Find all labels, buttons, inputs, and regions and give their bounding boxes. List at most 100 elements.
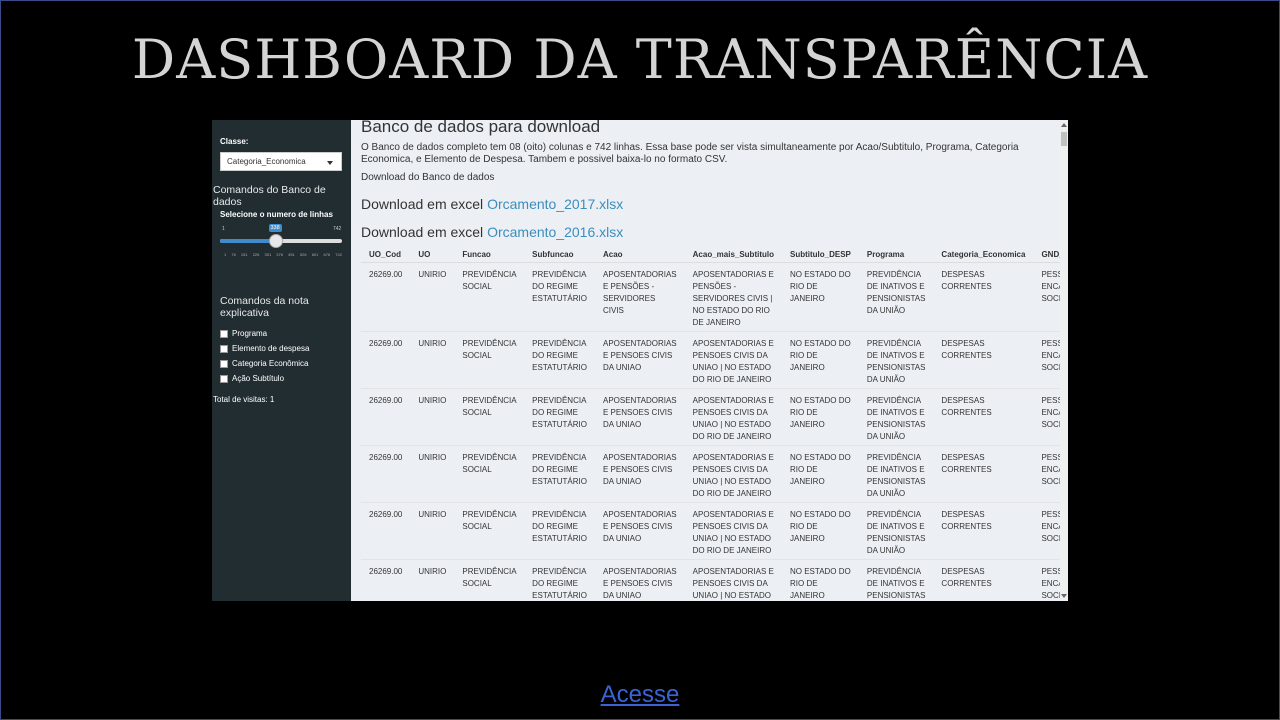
checkbox[interactable] — [220, 344, 228, 353]
slider-label: Selecione o numero de linhas — [220, 210, 333, 219]
table-row: 26269.00 UNIRIO PREVIDÊNCIA SOCIAL PREVIDÊN… — [361, 559, 1060, 601]
table-cell: DESPESAS CORRENTES — [933, 502, 1034, 560]
download-prefix: Download em excel — [361, 196, 488, 212]
slider-ticks: 1 76 151 226 301 376 451 526 601 676 742 — [224, 252, 342, 257]
table-cell: APOSENTADORIAS E PENSOES CIVIS DA UNIAO — [594, 388, 685, 446]
vertical-scrollbar[interactable] — [1060, 120, 1068, 601]
slider-tick: 601 — [311, 252, 319, 257]
column-header[interactable]: Categoria_Economica — [933, 248, 1034, 263]
table-row: 26269.00 UNIRIO PREVIDÊNCIA SOCIAL PREVIDÊN… — [361, 502, 1060, 560]
column-header[interactable]: Acao — [594, 248, 685, 263]
scrollbar-thumb[interactable] — [1061, 132, 1067, 146]
table-cell: PREVIDÊNCIA SOCIAL — [454, 331, 525, 389]
checkbox[interactable] — [220, 374, 228, 383]
table-cell: PESSOAL E ENCARGOS SOCIAIS — [1033, 262, 1060, 332]
checkbox[interactable] — [220, 329, 228, 338]
table-row: 26269.00 UNIRIO PREVIDÊNCIA SOCIAL PREVIDÊN… — [361, 388, 1060, 446]
column-header[interactable]: UO_Cod — [361, 248, 411, 263]
main-content: Banco de dados para download O Banco de … — [351, 120, 1060, 601]
table-cell: PREVIDÊNCIA DE INATIVOS E PENSIONISTAS D… — [858, 559, 934, 601]
table-cell: PREVIDÊNCIA DO REGIME ESTATUTÁRIO — [524, 388, 595, 446]
table-cell: UNIRIO — [410, 388, 455, 446]
table-cell: DESPESAS CORRENTES — [933, 262, 1034, 332]
column-header[interactable]: UO — [410, 248, 455, 263]
download-heading: Download do Banco de dados — [361, 172, 495, 183]
checkbox-label: Elemento de despesa — [232, 344, 310, 353]
checkbox[interactable] — [220, 359, 228, 368]
table-cell: PREVIDÊNCIA DO REGIME ESTATUTÁRIO — [524, 502, 595, 560]
scroll-up-icon[interactable] — [1061, 123, 1067, 127]
table-cell: PESSOAL E ENCARGOS SOCIAIS — [1033, 331, 1060, 389]
slider-tick: 742 — [335, 252, 342, 257]
table-cell: UNIRIO — [410, 331, 455, 389]
scroll-down-icon[interactable] — [1061, 594, 1067, 598]
download-prefix: Download em excel — [361, 224, 488, 240]
table-cell: APOSENTADORIAS E PENSOES CIVIS DA UNIAO — [594, 559, 685, 601]
download-link-2017[interactable]: Orcamento_2017.xlsx — [487, 196, 623, 212]
table-cell: APOSENTADORIAS E PENSOES CIVIS DA UNIAO — [594, 445, 685, 503]
table-cell: DESPESAS CORRENTES — [933, 559, 1034, 601]
table-cell: PREVIDÊNCIA SOCIAL — [454, 502, 525, 560]
table-row: 26269.00 UNIRIO PREVIDÊNCIA SOCIAL PREVIDÊN… — [361, 262, 1060, 332]
column-header[interactable]: Programa — [858, 248, 934, 263]
table-cell: PREVIDÊNCIA SOCIAL — [454, 388, 525, 446]
table-cell: APOSENTADORIAS E PENSOES CIVIS DA UNIAO … — [684, 559, 782, 601]
classe-select[interactable]: Categoria_Economica — [220, 152, 342, 171]
table-cell: APOSENTADORIAS E PENSOES CIVIS DA UNIAO … — [684, 502, 782, 560]
column-header[interactable]: Funcao — [454, 248, 525, 263]
checkbox-row[interactable]: Programa — [220, 329, 267, 338]
data-table: UO_Cod UO Funcao Subfuncao Acao Acao_mais_Sub… — [361, 248, 1060, 601]
table-cell: PREVIDÊNCIA DO REGIME ESTATUTÁRIO — [524, 331, 595, 389]
checkbox-label: Ação Subtítulo — [232, 374, 285, 383]
table-row: 26269.00 UNIRIO PREVIDÊNCIA SOCIAL PREVIDÊN… — [361, 445, 1060, 503]
table-cell: DESPESAS CORRENTES — [933, 331, 1034, 389]
table-cell: PREVIDÊNCIA DE INATIVOS E PENSIONISTAS D… — [858, 502, 934, 560]
table-cell: PESSOAL E ENCARGOS SOCIAIS — [1033, 388, 1060, 446]
rows-slider-handle[interactable] — [268, 234, 283, 248]
table-cell: PESSOAL E ENCARGOS SOCIAIS — [1033, 445, 1060, 503]
table-cell: NO ESTADO DO RIO DE JANEIRO — [782, 445, 859, 503]
checkbox-row[interactable]: Categoria Econômica — [220, 359, 308, 368]
slider-value-badge: 338 — [268, 224, 282, 232]
table-cell: APOSENTADORIAS E PENSÕES - SERVIDORES CI… — [594, 262, 685, 332]
acesse-link[interactable]: Acesse — [0, 681, 1280, 709]
table-cell: PREVIDÊNCIA DE INATIVOS E PENSIONISTAS D… — [858, 262, 934, 332]
table-cell: NO ESTADO DO RIO DE JANEIRO — [782, 502, 859, 560]
table-header-row: UO_Cod UO Funcao Subfuncao Acao Acao_mais_Sub… — [361, 248, 1060, 263]
table-cell: PREVIDÊNCIA SOCIAL — [454, 559, 525, 601]
table-cell: 26269.00 — [361, 331, 411, 389]
table-cell: 26269.00 — [361, 445, 411, 503]
column-header[interactable]: GND_DESP — [1033, 248, 1060, 263]
checkbox-row[interactable]: Elemento de despesa — [220, 344, 309, 353]
table-cell: APOSENTADORIAS E PENSOES CIVIS DA UNIAO … — [684, 445, 782, 503]
table-cell: PREVIDÊNCIA DE INATIVOS E PENSIONISTAS D… — [858, 331, 934, 389]
rows-slider-fill — [220, 239, 276, 243]
slider-tick: 526 — [299, 252, 307, 257]
slider-tick: 301 — [264, 252, 272, 257]
column-header[interactable]: Subtitulo_DESP — [782, 248, 859, 263]
table-cell: DESPESAS CORRENTES — [933, 445, 1034, 503]
table-cell: NO ESTADO DO RIO DE JANEIRO — [782, 388, 859, 446]
table-cell: APOSENTADORIAS E PENSOES CIVIS DA UNIAO … — [684, 388, 782, 446]
table-cell: 26269.00 — [361, 559, 411, 601]
table-cell: PREVIDÊNCIA SOCIAL — [454, 445, 525, 503]
table-cell: UNIRIO — [410, 262, 455, 332]
checkbox-row[interactable]: Ação Subtítulo — [220, 374, 284, 383]
table-cell: PESSOAL E ENCARGOS SOCIAIS — [1033, 559, 1060, 601]
table-cell: PESSOAL E ENCARGOS SOCIAIS — [1033, 502, 1060, 560]
nota-heading: Comandos da nota explicativa — [220, 295, 309, 319]
table-row: 26269.00 UNIRIO PREVIDÊNCIA SOCIAL PREVIDÊN… — [361, 331, 1060, 389]
sidebar: Classe: Categoria_Economica Comandos do … — [212, 120, 351, 601]
slider-tick: 376 — [276, 252, 283, 257]
table-cell: DESPESAS CORRENTES — [933, 388, 1034, 446]
table-cell: APOSENTADORIAS E PENSOES CIVIS DA UNIAO — [594, 331, 685, 389]
table-cell: PREVIDÊNCIA DO REGIME ESTATUTÁRIO — [524, 445, 595, 503]
column-header[interactable]: Acao_mais_Subtitulo — [684, 248, 782, 263]
page-title: Banco de dados para download — [361, 120, 601, 136]
download-link-2016[interactable]: Orcamento_2016.xlsx — [487, 224, 623, 240]
slider-min: 1 — [222, 226, 225, 232]
column-header[interactable]: Subfuncao — [524, 248, 595, 263]
table-cell: UNIRIO — [410, 445, 455, 503]
visits-counter: Total de visitas: 1 — [213, 395, 275, 404]
checkbox-label: Programa — [232, 329, 268, 338]
